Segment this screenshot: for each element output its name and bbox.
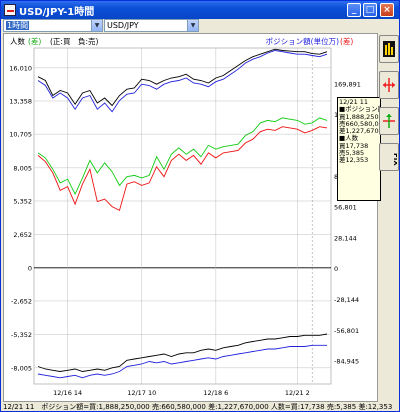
app-window: USD/JPY-1時間 _ □ × 1時間 ▼ USD/JPY ▼ 人数 (差)… [0,0,400,412]
x-tick-label: 12/18 6 [203,389,228,397]
crosshair-green-icon [383,114,395,128]
left-tick-label: 2,652 [13,231,32,239]
series-line [37,333,328,372]
right-tick-label: -28,144 [334,296,359,304]
left-tick-label: 10,705 [9,131,32,139]
series-line [37,344,327,379]
right-tick-label: -56,801 [334,327,359,335]
maximize-button[interactable]: □ [363,3,377,17]
left-tick-label: 5,352 [13,197,32,205]
crosshair-green-button[interactable] [379,107,399,135]
left-tick-label: 0 [28,264,32,272]
data-tooltip: 12/21 11 ■ポジション額 買1,888,250,000 売660,580… [337,97,381,201]
right-tick-label: 169,891 [334,81,361,89]
x-tick-label: 12/17 10 [127,389,156,397]
right-tick-label: -84,945 [334,358,359,366]
tooltip-ppl-diff: 差12,353 [339,156,369,165]
chevron-down-icon[interactable]: ▼ [187,20,198,31]
crosshair-red-button[interactable] [379,71,399,99]
status-bar: 12/21 11 ポジション額=買:1,888,250,000 売:660,58… [3,403,393,411]
right-tick-label: 56,801 [334,203,357,211]
symbol-select-value: USD/JPY [107,21,139,30]
window-title: USD/JPY-1時間 [19,7,95,18]
symbol-select[interactable]: USD/JPY ▼ [104,19,199,32]
left-axis-label: 人数 [10,36,25,46]
left-tick-label: -2,652 [11,297,32,305]
right-axis-label: ポジション額(単位万) [266,36,339,46]
chevron-down-icon[interactable]: ▼ [91,20,102,31]
left-tick-label: 13,358 [9,97,32,105]
left-axis-legend: (正:買 負:売) [50,36,98,46]
crosshair-red-icon [383,78,395,92]
left-tick-label: -8,005 [11,364,32,372]
period-select[interactable]: 1時間 ▼ [3,19,103,32]
series-line [37,48,328,107]
x-tick-label: 12/16 14 [53,389,82,397]
close-button[interactable]: × [380,3,394,17]
period-select-value: 1時間 [6,21,30,30]
toolbar: 1時間 ▼ USD/JPY ▼ [3,19,397,33]
bar-chart-icon [383,41,395,57]
right-tick-label: 0 [334,265,338,273]
title-bar[interactable]: USD/JPY-1時間 _ □ × [1,1,399,19]
right-tick-label: 28,144 [334,235,357,243]
left-axis-diff-label: (差) [28,36,41,46]
left-tick-label: -5,352 [11,331,32,339]
left-tick-label: 8,005 [13,164,32,172]
left-tick-label: 16,010 [9,64,32,72]
position-chart[interactable]: 人数 (差) (正:買 負:売) ポジション額(単位万) (差) 16,010 1… [4,34,377,401]
fix-button[interactable]: FIX [379,143,399,171]
svg-text:FIX: FIX [392,153,397,166]
series-line [37,126,328,212]
fix-icon: FIX [392,153,397,166]
app-icon [4,4,16,16]
series-line [37,50,328,113]
series-line [37,117,328,196]
chart-area[interactable]: 人数 (差) (正:買 負:売) ポジション額(単位万) (差) 16,010 1… [3,33,378,402]
bar-chart-button[interactable] [379,35,399,63]
right-axis-diff-label: (差) [340,36,353,46]
minimize-button[interactable]: _ [347,3,361,17]
x-tick-label: 12/21 2 [285,389,310,397]
